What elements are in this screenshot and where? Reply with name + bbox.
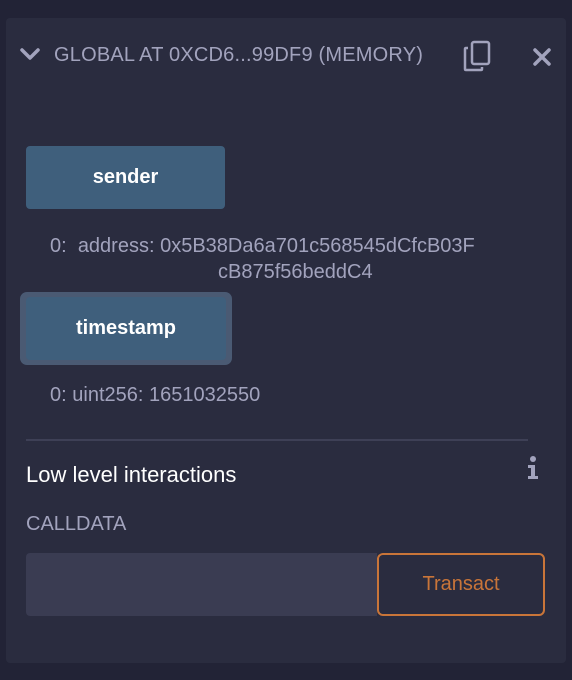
result-value: 1651032550 xyxy=(148,384,261,406)
sender-button[interactable]: sender xyxy=(26,146,225,209)
timestamp-result: 0: uint256: 1651032550 xyxy=(50,382,260,408)
instance-header: GLOBAL AT 0XCD6...99DF9 (MEMORY) xyxy=(6,18,566,96)
chevron-down-icon[interactable] xyxy=(20,48,40,62)
contract-instance-panel: GLOBAL AT 0XCD6...99DF9 (MEMORY) sender … xyxy=(6,18,566,663)
close-icon[interactable] xyxy=(533,48,551,66)
instance-title[interactable]: GLOBAL AT 0XCD6...99DF9 (MEMORY) xyxy=(54,44,434,67)
result-index: 0: xyxy=(50,235,67,257)
result-type: uint256: xyxy=(72,384,144,406)
copy-icon[interactable] xyxy=(462,40,492,72)
info-icon[interactable] xyxy=(526,455,540,481)
sender-result: 0: address: 0x5B38Da6a701c568545dCfcB03F… xyxy=(50,233,540,285)
result-value-line2: cB875f56beddC4 xyxy=(218,261,373,283)
result-type: address: xyxy=(77,235,155,257)
result-index: 0: xyxy=(50,384,67,406)
calldata-input[interactable] xyxy=(26,553,377,616)
calldata-label: CALLDATA xyxy=(26,513,127,535)
timestamp-button[interactable]: timestamp xyxy=(26,297,226,360)
low-level-title: Low level interactions xyxy=(26,462,237,487)
transact-button[interactable]: Transact xyxy=(377,553,545,616)
result-value-line1: 0x5B38Da6a701c568545dCfcB03F xyxy=(160,235,475,257)
divider xyxy=(26,439,528,441)
